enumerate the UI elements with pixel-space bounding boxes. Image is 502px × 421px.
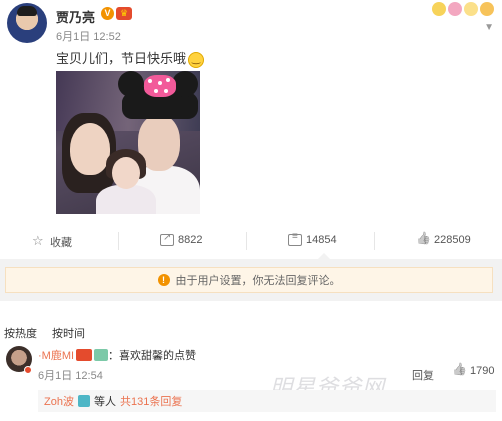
thumbs-up-icon — [416, 234, 430, 246]
comment-icon — [288, 231, 302, 246]
post-content: 宝贝儿们，节日快乐哦 — [56, 48, 205, 68]
author-avatar[interactable] — [7, 3, 47, 43]
vip-crown-icon: ♛ — [116, 7, 132, 20]
commenter-badge-icon — [24, 366, 32, 374]
sub-reply-others: 等人 — [93, 396, 116, 408]
post-time[interactable]: 6月1日 12:52 — [56, 28, 121, 44]
comment-like-count: 1790 — [470, 365, 495, 377]
decoration-icon — [428, 0, 498, 18]
favorite-button[interactable]: 收藏 — [32, 233, 72, 250]
comment-item: ·M鹿MI ：喜欢甜馨的点赞 6月1日 12:54 明星爸爸网 回复 1790 … — [0, 340, 502, 421]
sub-reply-user[interactable]: Zoh波 — [44, 393, 74, 409]
smile-emoji-icon — [188, 51, 205, 68]
warning-icon: ! — [157, 274, 170, 286]
reply-disabled-notice: ! 由于用户设置，你无法回复评论。 — [5, 267, 493, 293]
post-photo[interactable] — [56, 71, 200, 214]
sort-by-hot[interactable]: 按热度 — [4, 325, 37, 341]
notice-area: ! 由于用户设置，你无法回复评论。 — [0, 259, 502, 301]
comment-button[interactable]: 14854 — [288, 231, 337, 246]
notice-text: 由于用户设置，你无法回复评论。 — [175, 275, 341, 287]
comment-like-button[interactable]: 1790 — [452, 365, 494, 377]
star-icon — [32, 233, 46, 249]
comment-line: ·M鹿MI ：喜欢甜馨的点赞 — [38, 347, 196, 363]
action-bar: 收藏 8822 14854 228509 — [0, 228, 502, 254]
thumbs-up-icon — [452, 365, 466, 377]
commenter-name[interactable]: ·M鹿MI — [38, 347, 74, 363]
verified-icon: V — [101, 7, 114, 20]
comment-time: 6月1日 12:54 — [38, 370, 103, 382]
share-icon — [160, 232, 174, 246]
like-button[interactable]: 228509 — [416, 234, 471, 246]
sort-by-time[interactable]: 按时间 — [52, 325, 85, 341]
share-count: 8822 — [178, 234, 203, 246]
author-name[interactable]: 贾乃亮 — [56, 7, 95, 26]
sub-reply-more-link[interactable]: 共131条回复 — [120, 393, 182, 409]
member-icon — [77, 395, 90, 407]
like-count: 228509 — [434, 234, 471, 246]
weibo-post: 贾乃亮 V ♛ ▼ 6月1日 12:52 宝贝儿们，节日快乐哦 — [0, 0, 502, 228]
comment-count: 14854 — [306, 234, 337, 246]
vip-crown-icon — [76, 349, 93, 361]
favorite-label: 收藏 — [50, 237, 72, 249]
sub-reply-summary[interactable]: Zoh波 等人 共131条回复 — [38, 390, 496, 412]
comment-text: ：喜欢甜馨的点赞 — [108, 350, 197, 362]
share-button[interactable]: 8822 — [160, 232, 203, 246]
comment-sort-bar: 按热度 按时间 — [0, 301, 502, 340]
post-text: 宝贝儿们，节日快乐哦 — [56, 51, 187, 66]
member-icon — [94, 349, 109, 361]
comment-reply-button[interactable]: 回复 — [412, 367, 434, 383]
chevron-down-icon[interactable]: ▼ — [484, 22, 494, 33]
